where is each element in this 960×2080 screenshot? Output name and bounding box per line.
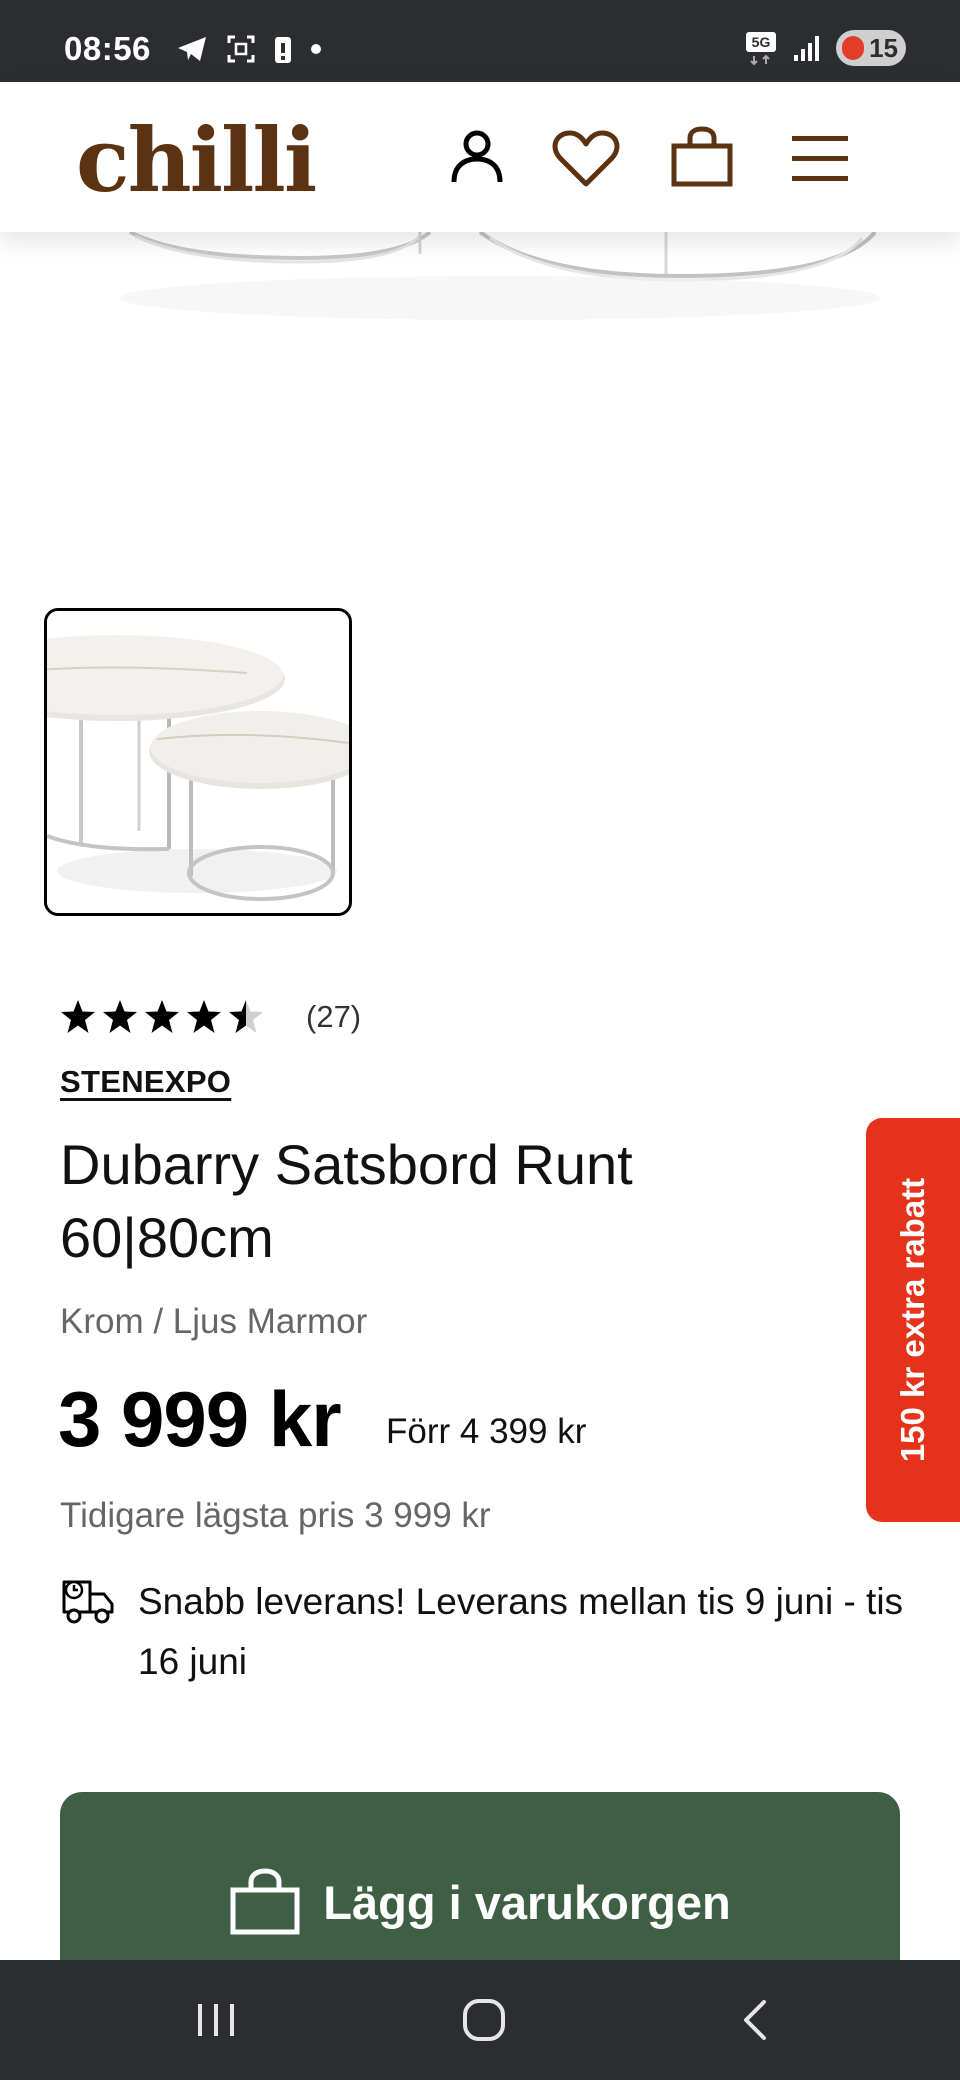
star-rating-icon bbox=[61, 1000, 263, 1033]
battery-level: 15 bbox=[869, 32, 898, 63]
site-header: chilli bbox=[0, 82, 960, 232]
delivery-info: Snabb leverans! Leverans mellan tis 9 ju… bbox=[138, 1581, 904, 1682]
account-icon[interactable] bbox=[448, 126, 506, 186]
svg-text:5G: 5G bbox=[752, 34, 771, 50]
product-title: Dubarry Satsbord Runt 60|80cm bbox=[60, 1133, 633, 1269]
product-price: 3 999 kr bbox=[58, 1375, 342, 1463]
home-icon[interactable] bbox=[462, 1998, 506, 2042]
delivery-truck-icon bbox=[62, 1580, 114, 1624]
5g-icon: 5G bbox=[746, 32, 776, 66]
telegram-icon bbox=[178, 37, 206, 61]
product-rating[interactable]: (27) bbox=[60, 998, 361, 1036]
screenshot-icon bbox=[227, 35, 255, 63]
review-count[interactable]: (27) bbox=[306, 999, 361, 1035]
lowest-price-note: Tidigare lägsta pris 3 999 kr bbox=[60, 1496, 491, 1535]
recent-apps-icon[interactable] bbox=[194, 1998, 238, 2042]
cart-icon[interactable] bbox=[670, 126, 734, 188]
product-hero-image[interactable] bbox=[0, 230, 960, 592]
shopping-bag-icon bbox=[230, 1868, 300, 1935]
product-variant: Krom / Ljus Marmor bbox=[60, 1302, 368, 1341]
battery-icon: 15 bbox=[836, 30, 906, 66]
status-bar: 08:56 5G 15 bbox=[0, 0, 960, 82]
status-time: 08:56 bbox=[64, 30, 151, 67]
system-nav-bar bbox=[0, 1960, 960, 2080]
brand-link[interactable]: STENEXPO bbox=[60, 1064, 231, 1100]
discount-label: 150 kr extra rabatt bbox=[894, 1177, 931, 1463]
chilli-logo[interactable]: chilli bbox=[76, 108, 317, 212]
add-to-cart-label: Lägg i varukorgen bbox=[323, 1875, 731, 1929]
discount-side-tab[interactable]: 150 kr extra rabatt bbox=[866, 1118, 960, 1522]
old-price: Förr 4 399 kr bbox=[386, 1412, 587, 1451]
dot-icon bbox=[311, 44, 321, 54]
signal-icon bbox=[794, 36, 819, 61]
back-icon[interactable] bbox=[734, 1998, 778, 2042]
heart-icon[interactable] bbox=[552, 130, 620, 188]
product-thumbnail[interactable] bbox=[44, 608, 352, 916]
add-to-cart-button[interactable]: Lägg i varukorgen bbox=[60, 1792, 900, 1972]
menu-icon[interactable] bbox=[790, 134, 850, 184]
battery-alert-icon bbox=[275, 37, 291, 63]
